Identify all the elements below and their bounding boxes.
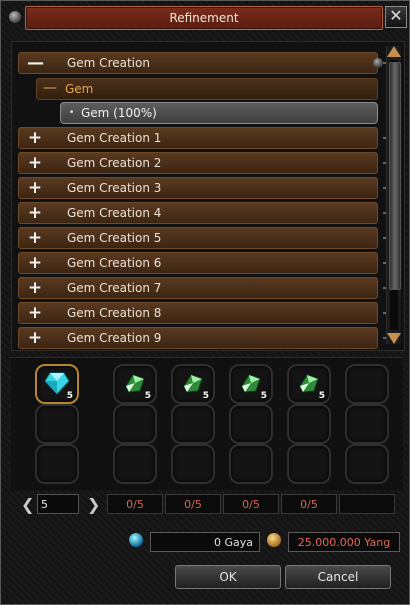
material-slot-empty[interactable] — [345, 444, 389, 484]
material-count-3: 0/5 — [223, 494, 279, 514]
collapse-icon: — — [27, 53, 44, 73]
category-gem-creation-7[interactable]: + Gem Creation 7 — [18, 277, 393, 299]
category-gem-creation-5[interactable]: + Gem Creation 5 — [18, 227, 393, 249]
material-slot-empty[interactable] — [171, 444, 215, 484]
category-label: Gem Creation 8 — [67, 306, 162, 320]
category-gem-creation-6[interactable]: + Gem Creation 6 — [18, 252, 393, 274]
cancel-button[interactable]: Cancel — [285, 565, 391, 589]
collapse-icon: — — [43, 80, 57, 96]
category-label: Gem Creation 1 — [67, 131, 162, 145]
decrease-amount-icon[interactable]: ❮ — [21, 497, 34, 513]
material-quantity: 5 — [260, 391, 267, 401]
subcategory-label: Gem — [65, 82, 94, 96]
material-slot-empty[interactable] — [229, 404, 273, 444]
material-slot-3[interactable]: 5 — [229, 364, 273, 404]
slot-panel: 5 5 5 5 5 — [11, 357, 403, 490]
expand-icon: + — [27, 303, 43, 323]
category-gem-creation-4[interactable]: + Gem Creation 4 — [18, 202, 393, 224]
category-label: Gem Creation 3 — [67, 181, 162, 195]
category-gem-creation-1[interactable]: + Gem Creation 1 — [18, 127, 393, 149]
ok-button[interactable]: OK — [175, 565, 281, 589]
material-slot-2[interactable]: 5 — [171, 364, 215, 404]
material-slot-empty[interactable] — [113, 404, 157, 444]
material-slot-empty[interactable] — [287, 444, 331, 484]
result-slot[interactable]: 5 — [35, 364, 79, 404]
expand-icon: + — [27, 178, 43, 198]
material-slot-empty[interactable] — [229, 444, 273, 484]
expand-icon: + — [27, 153, 43, 173]
gaya-icon — [129, 533, 143, 547]
expand-icon: + — [27, 328, 43, 348]
expand-icon: + — [27, 203, 43, 223]
material-count-2: 0/5 — [165, 494, 221, 514]
result-quantity: 5 — [66, 391, 73, 401]
expand-icon: + — [27, 278, 43, 298]
tree-knob-icon — [373, 58, 383, 68]
category-label: Gem Creation 4 — [67, 206, 162, 220]
category-gem-creation-9[interactable]: + Gem Creation 9 — [18, 327, 393, 349]
material-slot-empty[interactable] — [345, 404, 389, 444]
category-gem-creation[interactable]: — Gem Creation — [18, 52, 393, 74]
category-gem-creation-3[interactable]: + Gem Creation 3 — [18, 177, 393, 199]
amount-input[interactable] — [37, 494, 79, 514]
scroll-thumb[interactable] — [389, 62, 401, 290]
gaya-cost: 0 Gaya — [150, 532, 260, 552]
category-gem-creation-8[interactable]: + Gem Creation 8 — [18, 302, 393, 324]
category-label: Gem Creation 6 — [67, 256, 162, 270]
material-slot-empty[interactable] — [287, 404, 331, 444]
bullet-icon: • — [69, 108, 75, 118]
recipe-list: — Gem Creation — Gem • Gem (100%) + Gem … — [11, 41, 405, 351]
expand-icon: + — [27, 228, 43, 248]
material-slot-4[interactable]: 5 — [287, 364, 331, 404]
expand-icon: + — [27, 253, 43, 273]
scroll-up-icon[interactable] — [387, 46, 401, 57]
list-scrollbar[interactable] — [386, 46, 401, 344]
category-label: Gem Creation 7 — [67, 281, 162, 295]
material-quantity: 5 — [318, 391, 325, 401]
yang-cost: 25.000.000 Yang — [288, 532, 400, 552]
title-bar[interactable]: Refinement ✕ — [5, 5, 407, 31]
material-slot-1[interactable]: 5 — [113, 364, 157, 404]
increase-amount-icon[interactable]: ❯ — [87, 497, 100, 513]
scroll-down-icon[interactable] — [387, 333, 401, 344]
pin-icon — [9, 11, 21, 23]
window-title: Refinement — [25, 6, 383, 30]
material-count-5 — [339, 494, 395, 514]
recipe-item-gem[interactable]: • Gem (100%) — [60, 102, 378, 124]
category-label: Gem Creation 5 — [67, 231, 162, 245]
material-quantity: 5 — [144, 391, 151, 401]
category-gem-creation-2[interactable]: + Gem Creation 2 — [18, 152, 393, 174]
subcategory-gem[interactable]: — Gem — [36, 78, 378, 100]
category-label: Gem Creation — [67, 56, 150, 70]
close-button[interactable]: ✕ — [385, 6, 407, 28]
category-label: Gem Creation 9 — [67, 331, 162, 345]
material-slot-empty[interactable] — [171, 404, 215, 444]
refinement-window: Refinement ✕ — Gem Creation — Gem • Gem … — [0, 0, 410, 605]
result-slot-empty[interactable] — [35, 404, 79, 444]
material-count-4: 0/5 — [281, 494, 337, 514]
material-quantity: 5 — [202, 391, 209, 401]
category-label: Gem Creation 2 — [67, 156, 162, 170]
material-count-1: 0/5 — [107, 494, 163, 514]
material-slot-empty[interactable] — [113, 444, 157, 484]
material-slot-5[interactable] — [345, 364, 389, 404]
result-slot-empty[interactable] — [35, 444, 79, 484]
expand-icon: + — [27, 128, 43, 148]
yang-coin-icon — [267, 533, 281, 547]
recipe-item-label: Gem (100%) — [81, 106, 157, 120]
